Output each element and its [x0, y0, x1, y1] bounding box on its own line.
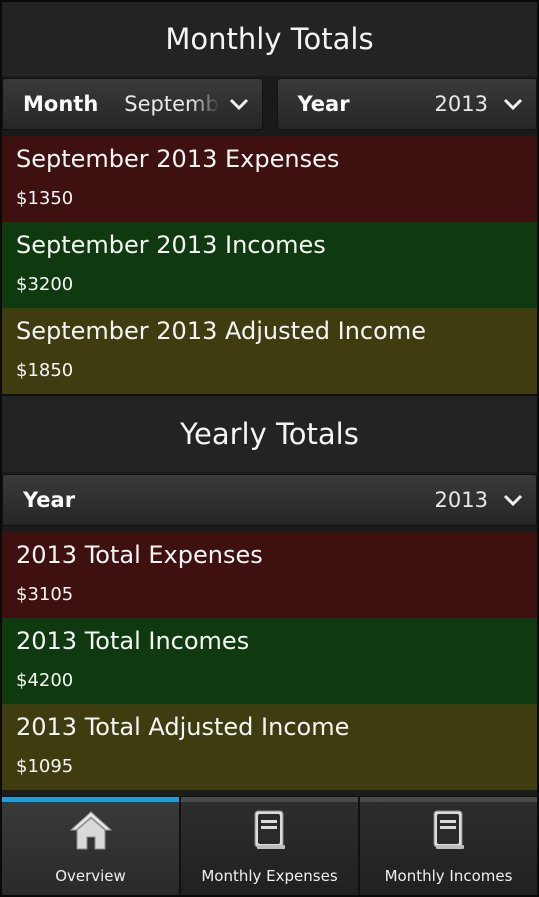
tab-monthly-incomes-label: Monthly Incomes: [384, 867, 513, 885]
monthly-year-dropdown-label: Year: [297, 92, 350, 116]
yearly-expenses-card[interactable]: 2013 Total Expenses $3105: [2, 532, 537, 618]
monthly-expenses-value: $1350: [16, 188, 74, 209]
month-dropdown[interactable]: Month September: [2, 78, 263, 130]
monthly-dropdown-row: Month September Year 2013: [2, 76, 537, 136]
yearly-year-dropdown-value: 2013: [434, 488, 488, 512]
home-icon: [69, 809, 113, 855]
tab-monthly-expenses[interactable]: Monthly Expenses: [179, 797, 358, 895]
tab-indicator: [360, 797, 537, 802]
yearly-adjusted-value: $1095: [16, 756, 74, 777]
yearly-totals-title: Yearly Totals: [180, 417, 359, 451]
monthly-adjusted-card[interactable]: September 2013 Adjusted Income $1850: [2, 308, 537, 394]
yearly-year-dropdown[interactable]: Year 2013: [2, 474, 537, 526]
monthly-incomes-value: $3200: [16, 274, 74, 295]
monthly-year-dropdown-value: 2013: [434, 92, 488, 116]
yearly-year-dropdown-label: Year: [23, 488, 76, 512]
monthly-year-dropdown[interactable]: Year 2013: [276, 78, 537, 130]
monthly-expenses-title: September 2013 Expenses: [16, 145, 340, 173]
monthly-incomes-card[interactable]: September 2013 Incomes $3200: [2, 222, 537, 308]
bottom-tab-bar: Overview Monthly Expenses Monthly Income…: [2, 796, 537, 895]
month-dropdown-label: Month: [23, 92, 99, 116]
yearly-dropdown-row: Year 2013: [2, 472, 537, 532]
yearly-adjusted-title: 2013 Total Adjusted Income: [16, 713, 350, 741]
monthly-totals-title: Monthly Totals: [165, 22, 374, 56]
app-frame: Monthly Totals Month September Year 2013…: [0, 0, 539, 897]
yearly-expenses-value: $3105: [16, 584, 74, 605]
document-icon: [429, 809, 469, 855]
month-dropdown-value: September: [124, 92, 219, 116]
tab-overview[interactable]: Overview: [2, 797, 179, 895]
chevron-down-icon: [502, 93, 524, 115]
tab-overview-label: Overview: [55, 867, 126, 885]
yearly-expenses-title: 2013 Total Expenses: [16, 541, 263, 569]
yearly-incomes-value: $4200: [16, 670, 74, 691]
tab-monthly-incomes[interactable]: Monthly Incomes: [358, 797, 537, 895]
tab-monthly-expenses-label: Monthly Expenses: [201, 867, 338, 885]
yearly-totals-header: Yearly Totals: [2, 394, 537, 472]
tab-indicator: [181, 797, 358, 802]
monthly-adjusted-title: September 2013 Adjusted Income: [16, 317, 426, 345]
monthly-adjusted-value: $1850: [16, 360, 74, 381]
chevron-down-icon: [228, 93, 250, 115]
monthly-incomes-title: September 2013 Incomes: [16, 231, 326, 259]
yearly-incomes-card[interactable]: 2013 Total Incomes $4200: [2, 618, 537, 704]
monthly-totals-header: Monthly Totals: [2, 2, 537, 76]
document-icon: [250, 809, 290, 855]
tab-active-indicator: [2, 797, 179, 802]
monthly-expenses-card[interactable]: September 2013 Expenses $1350: [2, 136, 537, 222]
chevron-down-icon: [502, 489, 524, 511]
yearly-incomes-title: 2013 Total Incomes: [16, 627, 250, 655]
yearly-adjusted-card[interactable]: 2013 Total Adjusted Income $1095: [2, 704, 537, 790]
